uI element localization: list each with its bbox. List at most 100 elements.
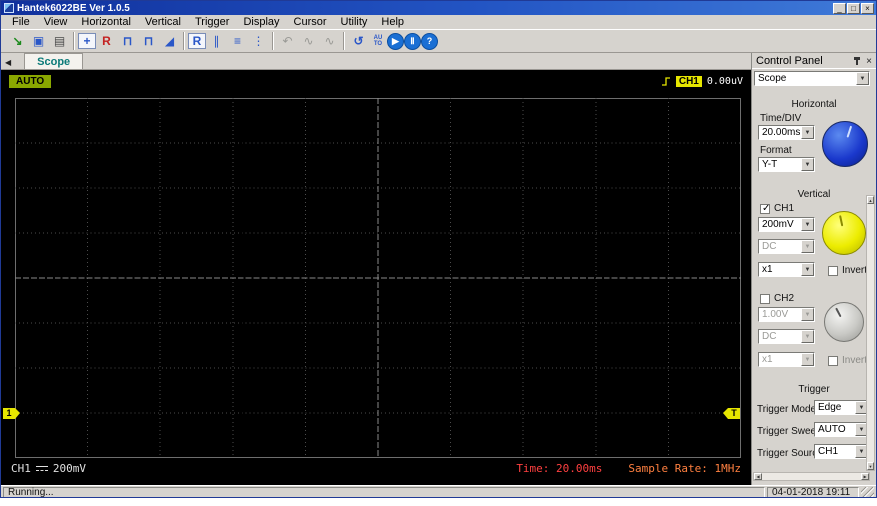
chevron-down-icon[interactable] <box>801 263 814 276</box>
trigger-sweep-dropdown[interactable]: AUTO <box>814 422 869 437</box>
ch1-checkbox[interactable] <box>760 203 770 214</box>
format-dropdown[interactable]: Y-T <box>758 157 815 172</box>
time-div-value: 20.00ms <box>762 127 801 138</box>
panel-horizontal-scrollbar[interactable] <box>753 472 870 481</box>
ch2-invert-label: Invert <box>842 355 868 366</box>
menu-cursor[interactable]: Cursor <box>287 15 334 29</box>
menu-vertical[interactable]: Vertical <box>138 15 188 29</box>
menu-help[interactable]: Help <box>374 15 411 29</box>
print-icon[interactable]: ▤ <box>49 31 70 51</box>
trigger-edge-icon <box>661 76 670 86</box>
chevron-down-icon[interactable] <box>856 72 869 85</box>
ch1-position-knob[interactable] <box>822 211 866 255</box>
menu-trigger[interactable]: Trigger <box>188 15 236 29</box>
auto-range-icon[interactable]: R <box>96 31 117 51</box>
menu-file[interactable]: File <box>5 15 37 29</box>
scroll-right-icon[interactable] <box>861 473 869 480</box>
ch1-probe-dropdown[interactable]: x1 <box>758 262 815 277</box>
control-panel: Control Panel Scope Horizontal Time/DIV … <box>751 53 876 485</box>
panel-selector-dropdown[interactable]: Scope <box>754 71 870 86</box>
cross-cursor-icon[interactable]: ⋮ <box>248 31 269 51</box>
ch1-volts-div-value: 200mV <box>762 219 794 230</box>
scroll-down-icon[interactable] <box>867 462 874 470</box>
chevron-down-icon[interactable] <box>801 126 814 139</box>
horizontal-position-knob[interactable] <box>822 121 868 167</box>
ch2-checkbox[interactable] <box>760 293 770 304</box>
chevron-down-icon[interactable] <box>801 158 814 171</box>
maximize-button[interactable]: □ <box>847 2 860 14</box>
tab-scope[interactable]: Scope <box>24 53 84 69</box>
tab-nav-left-icon[interactable]: ◀ <box>1 58 14 69</box>
ch2-invert-checkbox <box>828 355 838 366</box>
pin-icon[interactable] <box>853 56 862 65</box>
chevron-down-icon <box>801 353 814 366</box>
ch1-invert-label: Invert <box>842 265 868 276</box>
trigger-source-label: Trigger Source <box>757 448 823 459</box>
toolbar-separator <box>272 32 274 50</box>
menu-horizontal[interactable]: Horizontal <box>74 15 138 29</box>
menu-display[interactable]: Display <box>236 15 286 29</box>
scroll-up-icon[interactable] <box>867 196 874 204</box>
ch2-probe-value: x1 <box>762 354 773 365</box>
save-icon[interactable]: ▣ <box>28 31 49 51</box>
trigger-sweep-label: Trigger Sweep <box>757 426 822 437</box>
help-icon[interactable]: ? <box>421 32 438 50</box>
trigger-source-dropdown[interactable]: CH1 <box>814 444 869 459</box>
ch1-coupling-dropdown: DC <box>758 239 815 254</box>
ch2-volts-div-value: 1.00V <box>762 309 789 320</box>
time-div-dropdown[interactable]: 20.00ms <box>758 125 815 140</box>
trigger-channel-badge: CH1 <box>675 75 702 87</box>
pause-icon[interactable]: Ⅱ <box>404 32 421 50</box>
scroll-left-icon[interactable] <box>754 473 762 480</box>
chevron-down-icon <box>801 330 814 343</box>
scope-top-readout: AUTO CH1 0.00uV <box>1 70 751 92</box>
menu-utility[interactable]: Utility <box>334 15 375 29</box>
ch1-invert-row: Invert <box>828 265 867 276</box>
horizontal-cursor-icon[interactable]: ≡ <box>227 31 248 51</box>
time-readout: Time: 20.00ms <box>516 462 603 475</box>
trigger-mode-value: Edge <box>818 402 842 413</box>
chevron-down-icon <box>801 240 814 253</box>
panel-close-icon[interactable] <box>866 55 872 67</box>
scope-display: AUTO CH1 0.00uV 1 T CH1 200mV Time: 20.0… <box>1 70 751 485</box>
trigger-marker-label: T <box>731 408 737 418</box>
resize-grip[interactable] <box>861 486 874 497</box>
refresh-icon[interactable]: ↺ <box>348 31 369 51</box>
ch2-coupling-dropdown: DC <box>758 329 815 344</box>
scope-bottom-readout: CH1 200mV Time: 20.00ms Sample Rate: 1MH… <box>1 460 751 477</box>
chevron-down-icon <box>801 308 814 321</box>
app-icon <box>4 3 14 13</box>
panel-selector-value: Scope <box>758 73 787 84</box>
auto-measure-icon[interactable]: AU TO <box>369 31 387 51</box>
ch1-volts-div-dropdown[interactable]: 200mV <box>758 217 815 232</box>
minimize-button[interactable]: _ <box>833 2 846 14</box>
ch1-coupling-value: DC <box>762 241 777 252</box>
ch1-level-marker[interactable]: 1 <box>3 408 20 419</box>
import-icon[interactable]: ↘ <box>7 31 28 51</box>
ch2-volts-div-dropdown: 1.00V <box>758 307 815 322</box>
vertical-cursor-icon[interactable]: ∥ <box>206 31 227 51</box>
readout-volts-div: 200mV <box>52 462 86 475</box>
autoset-icon[interactable]: + <box>78 33 96 49</box>
trigger-mode-dropdown[interactable]: Edge <box>814 400 869 415</box>
format-label: Format <box>760 145 792 156</box>
ch1-invert-checkbox[interactable] <box>828 265 838 276</box>
trigger-level-marker[interactable]: T <box>723 408 740 419</box>
close-button[interactable]: × <box>861 2 874 14</box>
chevron-down-icon[interactable] <box>801 218 814 231</box>
ch2-invert-row: Invert <box>828 355 867 366</box>
ch1-waveform-icon[interactable]: ⊓ <box>117 31 138 51</box>
start-icon[interactable]: ▶ <box>387 32 404 50</box>
control-panel-header: Control Panel <box>752 53 876 69</box>
window-title: Hantek6022BE Ver 1.0.5 <box>17 2 130 14</box>
ch2-waveform-icon[interactable]: ⊓ <box>138 31 159 51</box>
ramp-waveform-icon[interactable]: ◢ <box>159 31 180 51</box>
panel-vertical-scrollbar[interactable] <box>866 195 875 471</box>
ch2-probe-dropdown: x1 <box>758 352 815 367</box>
default-setup-icon[interactable]: R <box>188 33 206 49</box>
trigger-source-value: CH1 <box>818 446 839 457</box>
title-bar: Hantek6022BE Ver 1.0.5 _ □ × <box>1 1 876 15</box>
toolbar-separator <box>343 32 345 50</box>
ch1-probe-value: x1 <box>762 264 773 275</box>
menu-view[interactable]: View <box>37 15 75 29</box>
